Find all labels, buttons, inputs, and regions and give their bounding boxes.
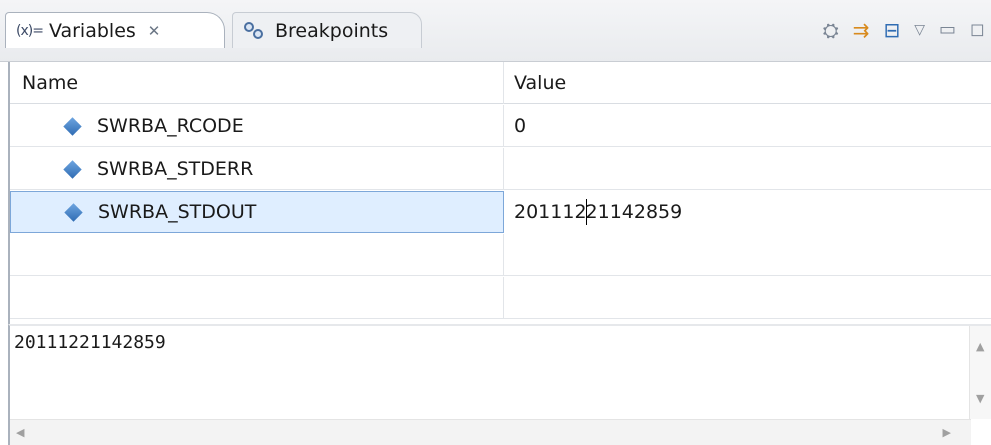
detail-pane[interactable]: 20111221142859 ▲ ▼ ◀ ▶ [8,324,991,445]
breakpoints-icon [243,21,267,41]
value-text-before-caret: 201112 [514,201,587,223]
view-menu-icon[interactable]: ▽ [914,20,925,40]
scroll-down-icon[interactable]: ▼ [976,392,984,405]
table-row-empty [10,234,991,276]
tab-breakpoints[interactable]: Breakpoints [232,12,422,48]
table-row-empty [10,277,991,319]
table-row[interactable]: SWRBA_RCODE 0 [10,105,991,147]
column-header-value[interactable]: Value [504,62,991,104]
tab-breakpoints-label: Breakpoints [275,19,389,42]
table-row-selected[interactable]: SWRBA_STDOUT 201112 21142859 [10,191,991,233]
collapse-all-icon[interactable]: ⊟ [883,20,900,40]
maximize-icon[interactable]: ◻ [970,20,985,40]
view-toolbar: ⛭ ⇉ ⊟ ▽ ▭ ◻ [823,20,985,41]
variables-table: Name Value SWRBA_RCODE 0 SWRBA_STDERR SW… [8,62,991,324]
scroll-up-icon[interactable]: ▲ [976,340,984,353]
horizontal-scrollbar[interactable]: ◀ ▶ [10,419,971,445]
view-tab-bar: (x)= Variables ✕ Breakpoints ⛭ ⇉ ⊟ ▽ ▭ ◻ [0,0,991,62]
variables-icon: (x)= [16,22,44,39]
variable-icon [64,202,83,222]
variable-icon [63,116,82,136]
vertical-scrollbar[interactable]: ▲ ▼ [969,326,991,419]
table-row[interactable]: SWRBA_STDERR [10,148,991,190]
table-header: Name Value [10,62,991,104]
variable-name-cell: SWRBA_STDERR [10,148,504,190]
column-header-name[interactable]: Name [10,62,504,104]
empty-cell [10,234,504,276]
show-type-names-icon[interactable]: ⛭ [823,20,839,40]
variable-value [504,148,991,190]
variable-name-cell: SWRBA_STDOUT [10,191,504,233]
minimize-icon[interactable]: ▭ [939,20,956,40]
variable-value: 0 [514,115,527,137]
variable-name-cell: SWRBA_RCODE [10,105,504,147]
detail-text[interactable]: 20111221142859 [14,332,166,353]
scroll-left-icon[interactable]: ◀ [16,426,24,439]
empty-cell [10,277,504,319]
empty-cell [504,277,991,319]
variable-name: SWRBA_STDERR [97,158,254,180]
variable-icon [63,159,82,179]
value-text-after-caret: 21142859 [585,201,683,223]
tab-variables-label: Variables [48,19,136,42]
close-icon[interactable]: ✕ [148,22,161,40]
tab-variables[interactable]: (x)= Variables ✕ [5,12,225,48]
variable-name: SWRBA_RCODE [97,115,244,137]
show-logical-structure-icon[interactable]: ⇉ [853,20,870,40]
variable-name: SWRBA_STDOUT [98,201,257,223]
variable-value-editor[interactable]: 201112 21142859 [504,191,991,233]
empty-cell [504,234,991,276]
scroll-right-icon[interactable]: ▶ [943,426,951,439]
